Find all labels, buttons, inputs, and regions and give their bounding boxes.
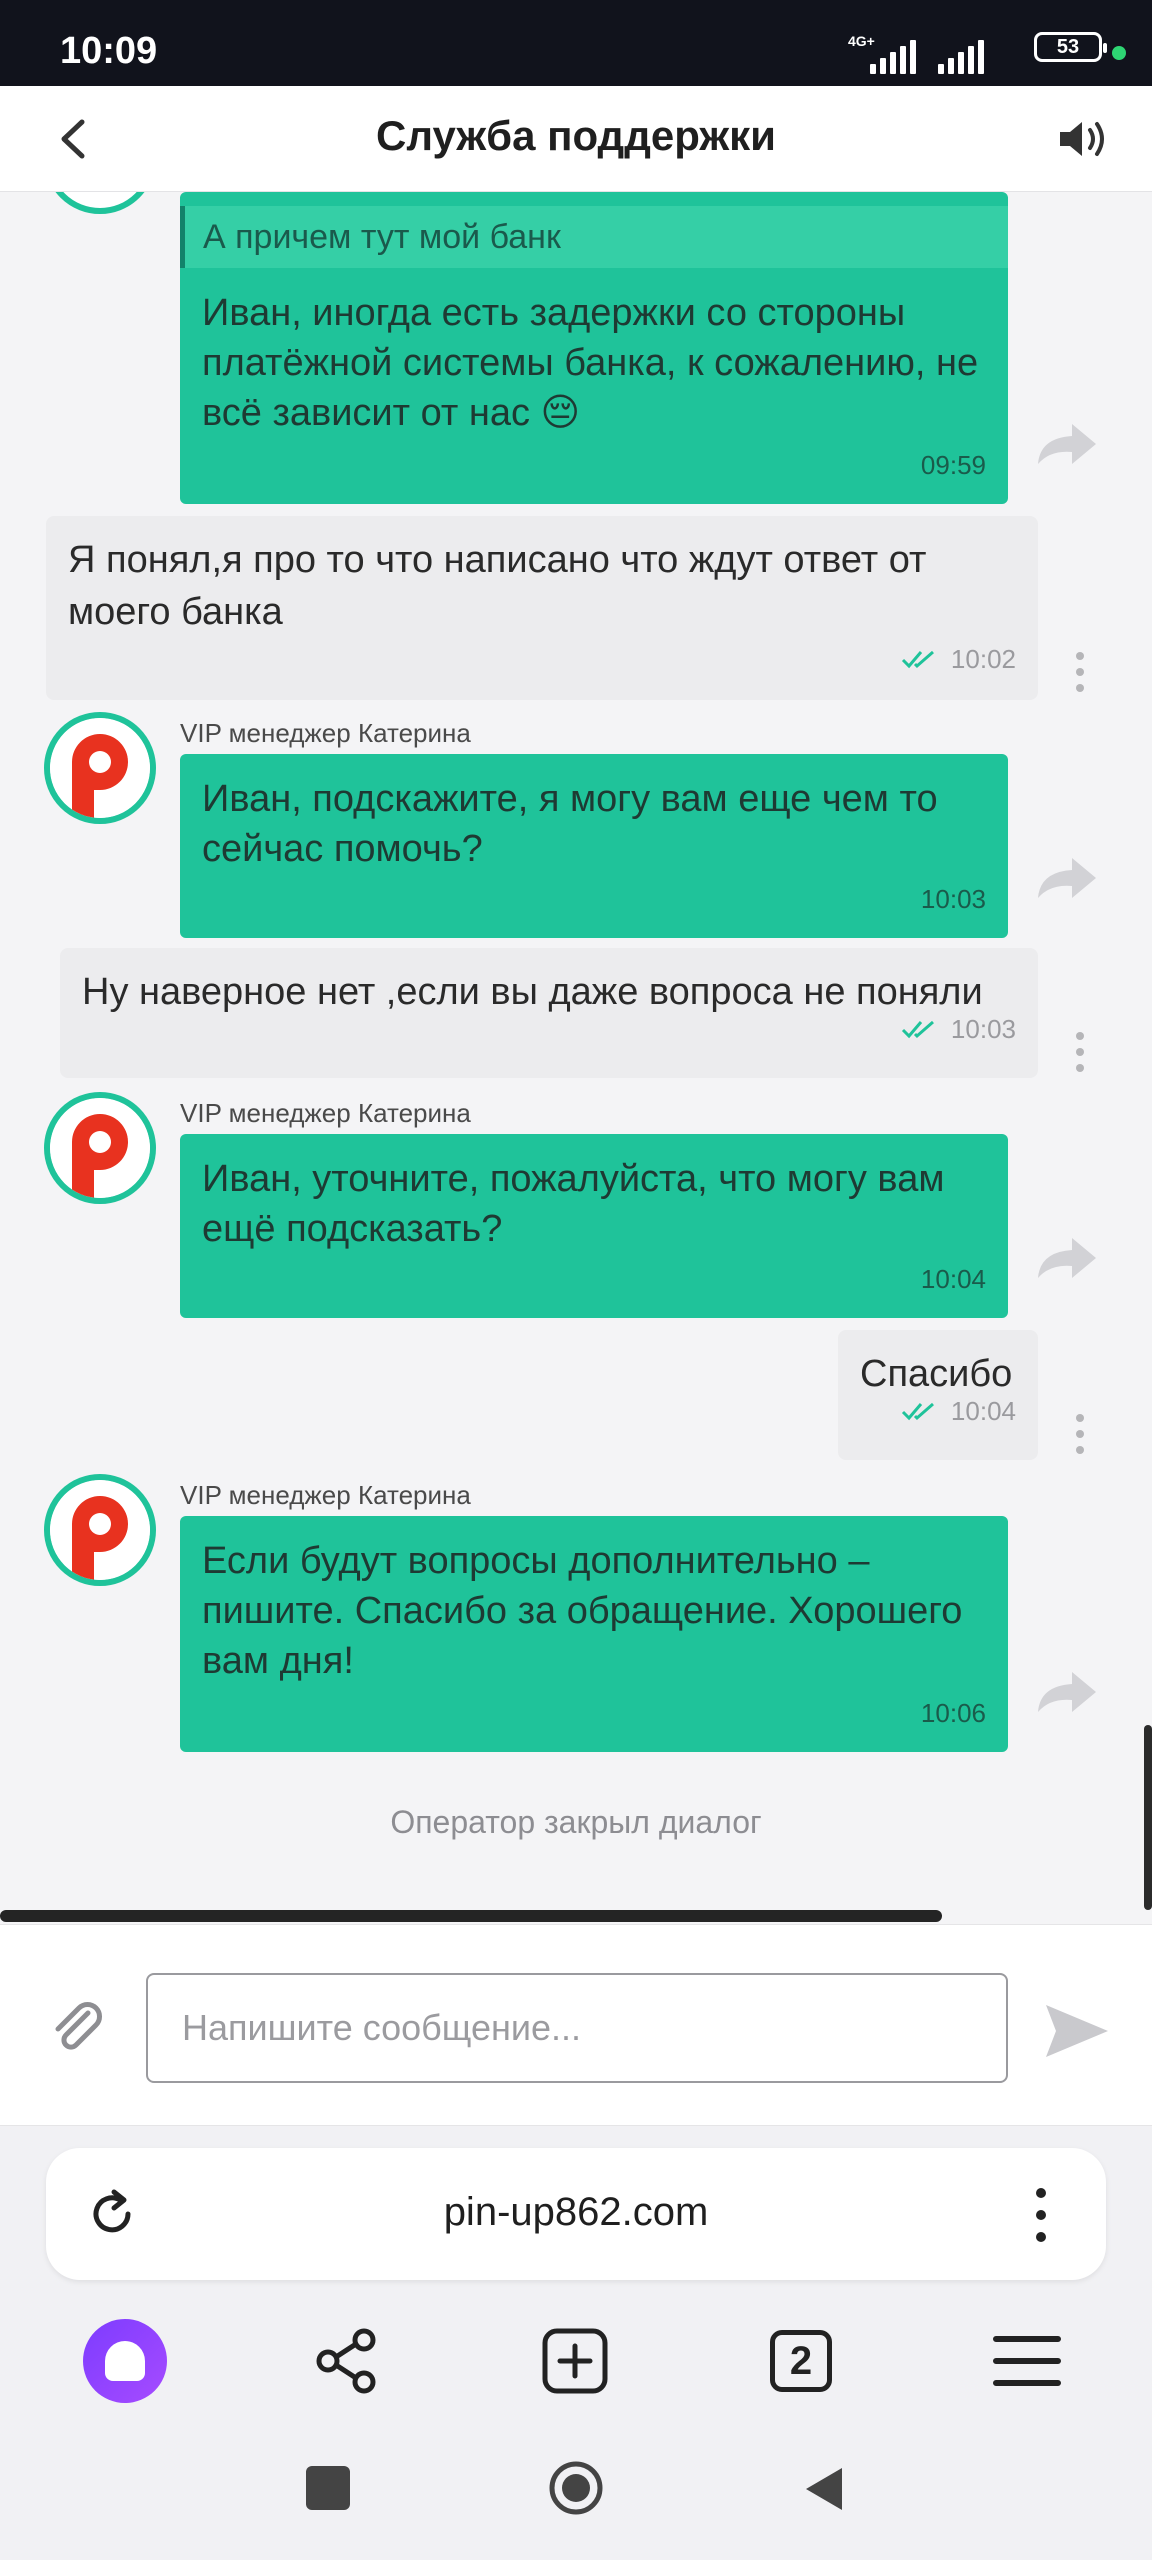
double-check-icon bbox=[901, 1402, 934, 1421]
message-time: 10:04 bbox=[920, 1264, 986, 1294]
speaker-icon[interactable] bbox=[1054, 114, 1110, 164]
message-text: Иван, иногда есть задержки со стороны пл… bbox=[202, 292, 979, 434]
address-bar[interactable]: pin-up862.com bbox=[46, 2148, 1106, 2280]
message-text: Иван, уточните, пожалуйста, что могу вам… bbox=[202, 1158, 945, 1250]
dialog-closed-notice: Оператор закрыл диалог bbox=[390, 1804, 762, 1840]
sender-name: VIP менеджер Катерина bbox=[180, 718, 471, 748]
message-text: Ну наверное нет ,если вы даже вопроса не… bbox=[82, 971, 983, 1013]
plus-square-icon bbox=[542, 2328, 608, 2394]
signal-icon bbox=[938, 38, 984, 74]
forward-icon[interactable] bbox=[1034, 1666, 1100, 1716]
browser-toolbar: 2 bbox=[0, 2316, 1152, 2416]
quoted-message: А причем тут мой банк bbox=[180, 206, 1008, 268]
message-menu-icon[interactable] bbox=[1074, 652, 1086, 696]
message-meta: 10:03 bbox=[82, 1014, 1016, 1044]
chat-header: Служба поддержки bbox=[0, 86, 1152, 192]
signal-icon bbox=[870, 38, 916, 74]
operator-avatar bbox=[44, 1092, 156, 1204]
message-time: 10:02 bbox=[950, 644, 1016, 674]
signal-icons: 4G+ bbox=[848, 34, 988, 74]
double-check-icon bbox=[901, 1020, 934, 1039]
recents-button[interactable] bbox=[306, 2466, 350, 2510]
operator-message: Иван, подскажите, я могу вам еще чем то … bbox=[180, 754, 1008, 938]
paperclip-icon[interactable] bbox=[50, 1997, 106, 2057]
forward-icon[interactable] bbox=[1034, 1232, 1100, 1282]
message-meta: 10:04 bbox=[860, 1396, 1016, 1426]
message-menu-icon[interactable] bbox=[1074, 1032, 1086, 1076]
operator-message: А причем тут мой банк Иван, иногда есть … bbox=[180, 192, 1008, 504]
user-message: Я понял,я про то что написано что ждут о… bbox=[46, 516, 1038, 700]
chat-messages[interactable]: А причем тут мой банк Иван, иногда есть … bbox=[0, 192, 1152, 1912]
new-tab-button[interactable] bbox=[530, 2316, 620, 2406]
message-composer bbox=[0, 1924, 1152, 2126]
forward-icon[interactable] bbox=[1034, 852, 1100, 902]
pinup-logo-icon bbox=[50, 1098, 150, 1198]
sender-name: VIP менеджер Катерина bbox=[180, 1098, 471, 1128]
message-text: Если будут вопросы дополнительно – пишит… bbox=[202, 1540, 963, 1682]
message-menu-icon[interactable] bbox=[1074, 1414, 1086, 1458]
alice-button[interactable] bbox=[80, 2316, 170, 2406]
tabs-button[interactable]: 2 bbox=[756, 2316, 846, 2406]
share-button[interactable] bbox=[302, 2316, 392, 2406]
send-icon[interactable] bbox=[1042, 2001, 1112, 2061]
double-check-icon bbox=[901, 650, 934, 669]
status-bar: 10:09 4G+ 53 bbox=[0, 0, 1152, 86]
privacy-indicator-icon bbox=[1112, 46, 1126, 60]
message-time: 10:04 bbox=[950, 1396, 1016, 1426]
horizontal-scrollbar[interactable] bbox=[0, 1910, 942, 1922]
message-time: 10:03 bbox=[950, 1014, 1016, 1044]
message-time: 10:06 bbox=[920, 1698, 986, 1728]
forward-icon[interactable] bbox=[1034, 418, 1100, 468]
message-text: Спасибо bbox=[860, 1353, 1013, 1395]
tab-count: 2 bbox=[770, 2330, 832, 2392]
more-vertical-icon[interactable] bbox=[1036, 2188, 1048, 2242]
pinup-logo-icon bbox=[50, 718, 150, 818]
alice-icon bbox=[83, 2319, 167, 2403]
message-meta: 10:02 bbox=[68, 644, 1016, 674]
user-message: Ну наверное нет ,если вы даже вопроса не… bbox=[60, 948, 1038, 1078]
message-time: 09:59 bbox=[920, 450, 986, 480]
sender-name: VIP менеджер Катерина bbox=[180, 1480, 471, 1510]
operator-message: Если будут вопросы дополнительно – пишит… bbox=[180, 1516, 1008, 1752]
user-message: Спасибо 10:04 bbox=[838, 1330, 1038, 1460]
status-time: 10:09 bbox=[60, 30, 158, 72]
page-title: Служба поддержки bbox=[376, 112, 776, 159]
operator-avatar bbox=[44, 192, 156, 214]
hamburger-icon bbox=[993, 2336, 1061, 2386]
browser-chrome: pin-up862.com 2 bbox=[0, 2126, 1152, 2560]
menu-button[interactable] bbox=[982, 2316, 1072, 2406]
share-icon bbox=[316, 2328, 376, 2394]
message-input[interactable] bbox=[146, 1973, 1008, 2083]
url-text[interactable]: pin-up862.com bbox=[46, 2190, 1106, 2235]
system-nav-bar bbox=[0, 2426, 1152, 2560]
home-button[interactable] bbox=[548, 2460, 604, 2516]
operator-avatar bbox=[44, 1474, 156, 1586]
message-text: Я понял,я про то что написано что ждут о… bbox=[68, 539, 927, 633]
operator-message: Иван, уточните, пожалуйста, что могу вам… bbox=[180, 1134, 1008, 1318]
back-nav-button[interactable] bbox=[800, 2464, 848, 2514]
message-text: Иван, подскажите, я могу вам еще чем то … bbox=[202, 778, 938, 870]
quoted-text: А причем тут мой банк bbox=[203, 218, 561, 256]
vertical-scrollbar[interactable] bbox=[1144, 1725, 1152, 1910]
operator-avatar bbox=[44, 712, 156, 824]
battery-icon: 53 bbox=[1034, 32, 1107, 62]
pinup-logo-icon bbox=[50, 1480, 150, 1580]
message-time: 10:03 bbox=[920, 884, 986, 914]
